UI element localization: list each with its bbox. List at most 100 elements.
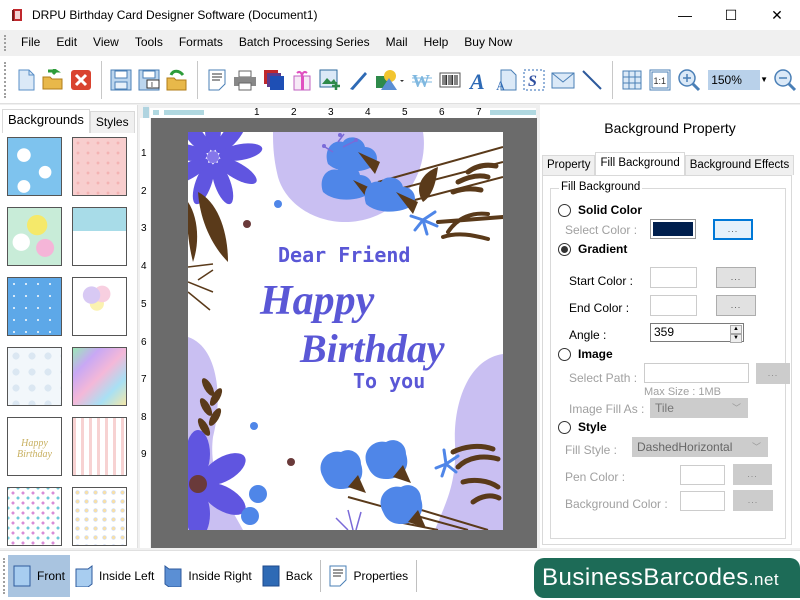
image-fill-as-dropdown[interactable]: Tile ﹀ bbox=[650, 398, 748, 418]
zoom-out-icon[interactable] bbox=[773, 68, 797, 92]
inside-right-page-button[interactable]: Inside Right bbox=[159, 555, 256, 597]
thumbnail-balloons[interactable] bbox=[72, 277, 127, 336]
export-icon[interactable] bbox=[166, 68, 188, 92]
svg-text:W: W bbox=[412, 71, 430, 91]
thumbnail-rainbow-pastel[interactable] bbox=[72, 347, 127, 406]
radio-button-selected[interactable] bbox=[558, 242, 571, 256]
tab-fill-background[interactable]: Fill Background bbox=[595, 152, 685, 175]
menu-mail[interactable]: Mail bbox=[378, 31, 416, 54]
image-radio[interactable]: Image bbox=[558, 347, 613, 361]
thumbnail-blue-stars[interactable] bbox=[7, 277, 62, 336]
solid-color-radio[interactable]: Solid Color bbox=[558, 203, 642, 217]
thumbnail-pink-hearts[interactable] bbox=[72, 137, 127, 196]
email-icon[interactable] bbox=[551, 68, 575, 92]
radio-button[interactable] bbox=[558, 203, 571, 217]
menu-file[interactable]: File bbox=[13, 31, 48, 54]
zoom-in-icon[interactable] bbox=[677, 68, 701, 92]
thumbnail-balloon-bunches[interactable] bbox=[72, 487, 127, 546]
thumbnail-bubbles[interactable] bbox=[7, 347, 62, 406]
image-path-input[interactable] bbox=[644, 363, 749, 383]
radio-button[interactable] bbox=[558, 420, 571, 434]
card-birthday: Birthday bbox=[299, 326, 445, 371]
end-color-swatch[interactable] bbox=[650, 295, 697, 316]
pen-color-browse-button[interactable]: ... bbox=[733, 464, 772, 485]
background-color-browse-button[interactable]: ... bbox=[733, 490, 773, 511]
gradient-radio[interactable]: Gradient bbox=[558, 242, 627, 256]
ruler-mark: 5 bbox=[402, 107, 408, 118]
spin-down-icon[interactable]: ▼ bbox=[730, 334, 742, 343]
fill-style-dropdown[interactable]: DashedHorizontal ﹀ bbox=[632, 437, 768, 457]
menu-grip[interactable] bbox=[4, 34, 7, 51]
menu-help[interactable]: Help bbox=[416, 31, 457, 54]
maximize-button[interactable]: ☐ bbox=[708, 0, 754, 30]
thumbnail-colorful-hearts[interactable] bbox=[7, 487, 62, 546]
ruler-mark: 4 bbox=[365, 107, 371, 118]
signature-icon[interactable]: S bbox=[523, 68, 545, 92]
toolbar-separator bbox=[197, 60, 198, 99]
inside-left-page-button[interactable]: Inside Left bbox=[70, 555, 159, 597]
signature-pen-icon[interactable] bbox=[347, 68, 369, 92]
start-color-browse-button[interactable]: ... bbox=[716, 267, 756, 288]
properties-button[interactable]: Properties bbox=[324, 555, 413, 597]
minimize-button[interactable]: — bbox=[662, 0, 708, 30]
word-art-icon[interactable]: A bbox=[495, 68, 517, 92]
barcode-icon[interactable] bbox=[439, 68, 461, 92]
tab-property[interactable]: Property bbox=[542, 155, 596, 175]
tab-styles[interactable]: Styles bbox=[89, 111, 135, 133]
back-label: Back bbox=[285, 568, 313, 583]
save-as-icon[interactable]: I bbox=[138, 68, 160, 92]
watermark-icon[interactable]: W bbox=[411, 68, 433, 92]
end-color-browse-button[interactable]: ... bbox=[716, 295, 756, 316]
image-browse-button[interactable]: ... bbox=[756, 363, 790, 384]
menu-edit[interactable]: Edit bbox=[48, 31, 85, 54]
tab-backgrounds[interactable]: Backgrounds bbox=[2, 109, 90, 133]
background-color-swatch[interactable] bbox=[680, 491, 725, 511]
save-icon[interactable] bbox=[110, 68, 132, 92]
chevron-down-icon[interactable]: ▼ bbox=[760, 75, 768, 84]
shapes-icon[interactable] bbox=[375, 68, 405, 92]
svg-text:A: A bbox=[496, 78, 506, 91]
thumbnail-happy-birthday[interactable]: Happy Birthday bbox=[7, 417, 62, 476]
zoom-level-dropdown[interactable]: 150% bbox=[708, 69, 761, 90]
solid-color-swatch[interactable] bbox=[650, 219, 696, 239]
ruler-mark: 2 bbox=[291, 107, 297, 118]
insert-image-icon[interactable] bbox=[319, 68, 341, 92]
spin-up-icon[interactable]: ▲ bbox=[730, 325, 742, 334]
menu-view[interactable]: View bbox=[85, 31, 127, 54]
radio-button[interactable] bbox=[558, 347, 571, 361]
thumbnail-sky-clouds[interactable] bbox=[7, 137, 62, 196]
new-icon[interactable] bbox=[16, 68, 36, 92]
toolbar-grip[interactable] bbox=[4, 61, 7, 98]
back-page-button[interactable]: Back bbox=[257, 555, 318, 597]
grid-icon[interactable] bbox=[621, 68, 643, 92]
toolbar-grip[interactable] bbox=[3, 557, 6, 594]
pen-color-swatch[interactable] bbox=[680, 465, 725, 485]
page-setup-icon[interactable] bbox=[207, 68, 227, 92]
thumbnail-heart-stripes[interactable] bbox=[72, 417, 127, 476]
front-page-button[interactable]: Front bbox=[8, 554, 71, 597]
design-canvas[interactable]: Dear Friend Happy Birthday To you bbox=[151, 118, 537, 548]
thumbnail-teddy-bears[interactable] bbox=[72, 207, 127, 266]
thumbnail-daisies[interactable] bbox=[7, 207, 62, 266]
line-icon[interactable] bbox=[581, 68, 603, 92]
open-icon[interactable] bbox=[42, 68, 64, 92]
menu-buy-now[interactable]: Buy Now bbox=[456, 31, 520, 54]
tab-background-effects[interactable]: Background Effects bbox=[684, 155, 795, 175]
menu-batch-processing[interactable]: Batch Processing Series bbox=[231, 31, 378, 54]
close-doc-icon[interactable] bbox=[70, 68, 92, 92]
menu-tools[interactable]: Tools bbox=[127, 31, 171, 54]
solid-color-browse-button[interactable]: ... bbox=[713, 219, 753, 240]
layers-icon[interactable] bbox=[263, 68, 285, 92]
brand-watermark: BusinessBarcodes.net bbox=[534, 558, 800, 598]
gift-icon[interactable] bbox=[291, 68, 313, 92]
style-radio[interactable]: Style bbox=[558, 420, 607, 434]
birthday-card[interactable]: Dear Friend Happy Birthday To you bbox=[188, 132, 503, 530]
actual-size-icon[interactable]: 1:1 bbox=[649, 68, 671, 92]
menu-formats[interactable]: Formats bbox=[171, 31, 231, 54]
angle-spinner[interactable]: 359 ▲ ▼ bbox=[650, 323, 744, 343]
close-button[interactable]: ✕ bbox=[754, 0, 800, 30]
start-color-swatch[interactable] bbox=[650, 267, 697, 288]
print-icon[interactable] bbox=[233, 68, 257, 92]
brown-leaf-top-left-2 bbox=[188, 202, 198, 262]
text-icon[interactable]: A bbox=[467, 68, 489, 92]
